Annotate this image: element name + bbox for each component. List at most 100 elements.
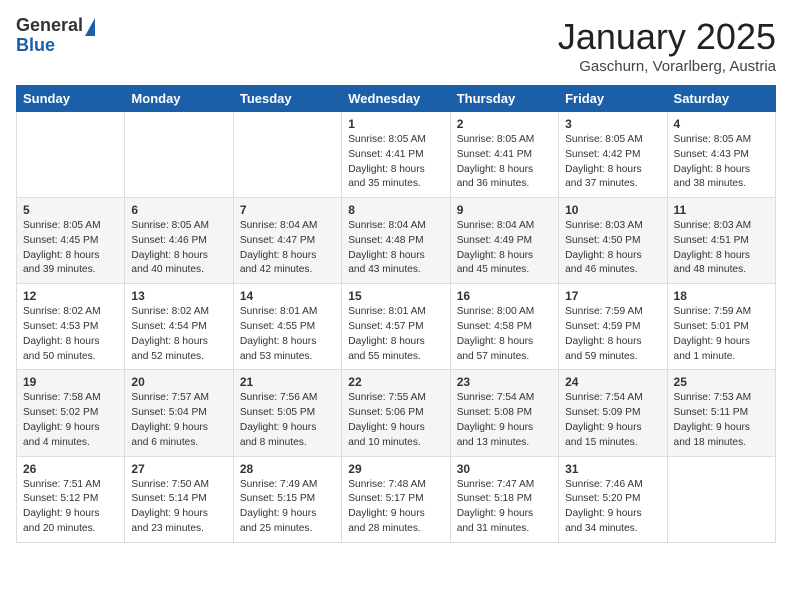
calendar-cell [17, 112, 125, 198]
day-info-text: Sunrise: 7:56 AM [240, 391, 335, 406]
weekday-header-friday: Friday [559, 86, 667, 112]
day-info-text: Sunset: 4:55 PM [240, 320, 335, 335]
day-info-text: Sunset: 4:59 PM [565, 320, 660, 335]
day-info-text: Sunset: 4:43 PM [674, 148, 769, 163]
day-info-text: Sunrise: 8:04 AM [240, 219, 335, 234]
day-info-text: Daylight: 9 hours and 8 minutes. [240, 421, 335, 451]
calendar-week-row: 1Sunrise: 8:05 AMSunset: 4:41 PMDaylight… [17, 112, 776, 198]
day-info-text: Daylight: 9 hours and 15 minutes. [565, 421, 660, 451]
day-info-text: Daylight: 8 hours and 55 minutes. [348, 335, 443, 365]
location-title: Gaschurn, Vorarlberg, Austria [558, 58, 776, 75]
weekday-header-wednesday: Wednesday [342, 86, 450, 112]
calendar-cell: 9Sunrise: 8:04 AMSunset: 4:49 PMDaylight… [450, 198, 558, 284]
day-info-text: Sunrise: 8:05 AM [23, 219, 118, 234]
day-info-text: Sunrise: 7:48 AM [348, 478, 443, 493]
month-title: January 2025 [558, 16, 776, 58]
day-number: 5 [23, 203, 118, 217]
day-number: 24 [565, 375, 660, 389]
calendar-cell: 16Sunrise: 8:00 AMSunset: 4:58 PMDayligh… [450, 284, 558, 370]
day-info-text: Daylight: 8 hours and 43 minutes. [348, 249, 443, 279]
day-info-text: Daylight: 8 hours and 57 minutes. [457, 335, 552, 365]
calendar-cell [233, 112, 341, 198]
day-info-text: Daylight: 9 hours and 25 minutes. [240, 507, 335, 537]
calendar-cell: 8Sunrise: 8:04 AMSunset: 4:48 PMDaylight… [342, 198, 450, 284]
day-info-text: Daylight: 9 hours and 23 minutes. [131, 507, 226, 537]
day-info-text: Sunset: 5:11 PM [674, 406, 769, 421]
day-info-text: Sunrise: 7:54 AM [565, 391, 660, 406]
calendar-cell: 27Sunrise: 7:50 AMSunset: 5:14 PMDayligh… [125, 456, 233, 542]
calendar-cell: 31Sunrise: 7:46 AMSunset: 5:20 PMDayligh… [559, 456, 667, 542]
day-info-text: Sunrise: 7:51 AM [23, 478, 118, 493]
day-number: 29 [348, 462, 443, 476]
day-info-text: Sunset: 5:15 PM [240, 492, 335, 507]
logo-general: General [16, 15, 83, 35]
day-info-text: Sunset: 4:51 PM [674, 234, 769, 249]
calendar-cell: 3Sunrise: 8:05 AMSunset: 4:42 PMDaylight… [559, 112, 667, 198]
day-info-text: Sunset: 5:05 PM [240, 406, 335, 421]
calendar-cell: 19Sunrise: 7:58 AMSunset: 5:02 PMDayligh… [17, 370, 125, 456]
day-info-text: Sunset: 4:53 PM [23, 320, 118, 335]
day-info-text: Sunset: 4:41 PM [348, 148, 443, 163]
day-number: 27 [131, 462, 226, 476]
day-info-text: Daylight: 8 hours and 50 minutes. [23, 335, 118, 365]
calendar-cell [125, 112, 233, 198]
weekday-header-row: SundayMondayTuesdayWednesdayThursdayFrid… [17, 86, 776, 112]
logo: General Blue [16, 16, 95, 56]
logo-triangle-icon [85, 18, 95, 36]
day-info-text: Daylight: 9 hours and 18 minutes. [674, 421, 769, 451]
logo-text: General Blue [16, 16, 95, 56]
day-number: 18 [674, 289, 769, 303]
calendar-cell: 11Sunrise: 8:03 AMSunset: 4:51 PMDayligh… [667, 198, 775, 284]
day-info-text: Sunset: 5:09 PM [565, 406, 660, 421]
day-info-text: Daylight: 8 hours and 40 minutes. [131, 249, 226, 279]
calendar-week-row: 26Sunrise: 7:51 AMSunset: 5:12 PMDayligh… [17, 456, 776, 542]
calendar-cell: 25Sunrise: 7:53 AMSunset: 5:11 PMDayligh… [667, 370, 775, 456]
calendar-cell: 23Sunrise: 7:54 AMSunset: 5:08 PMDayligh… [450, 370, 558, 456]
day-info-text: Sunset: 4:41 PM [457, 148, 552, 163]
calendar-week-row: 12Sunrise: 8:02 AMSunset: 4:53 PMDayligh… [17, 284, 776, 370]
day-info-text: Daylight: 8 hours and 46 minutes. [565, 249, 660, 279]
weekday-header-monday: Monday [125, 86, 233, 112]
day-info-text: Sunrise: 7:47 AM [457, 478, 552, 493]
day-number: 23 [457, 375, 552, 389]
day-info-text: Sunrise: 7:46 AM [565, 478, 660, 493]
day-info-text: Sunset: 4:57 PM [348, 320, 443, 335]
day-info-text: Sunset: 5:12 PM [23, 492, 118, 507]
logo-blue: Blue [16, 35, 55, 55]
calendar-cell: 13Sunrise: 8:02 AMSunset: 4:54 PMDayligh… [125, 284, 233, 370]
day-info-text: Sunset: 4:49 PM [457, 234, 552, 249]
day-info-text: Sunrise: 8:05 AM [348, 133, 443, 148]
day-info-text: Sunset: 4:42 PM [565, 148, 660, 163]
day-info-text: Sunset: 4:54 PM [131, 320, 226, 335]
day-info-text: Sunset: 5:06 PM [348, 406, 443, 421]
weekday-header-tuesday: Tuesday [233, 86, 341, 112]
calendar-cell: 17Sunrise: 7:59 AMSunset: 4:59 PMDayligh… [559, 284, 667, 370]
day-number: 19 [23, 375, 118, 389]
day-number: 9 [457, 203, 552, 217]
day-number: 25 [674, 375, 769, 389]
day-info-text: Sunrise: 7:49 AM [240, 478, 335, 493]
day-info-text: Sunrise: 8:03 AM [565, 219, 660, 234]
day-number: 8 [348, 203, 443, 217]
day-info-text: Daylight: 8 hours and 35 minutes. [348, 163, 443, 193]
day-info-text: Daylight: 9 hours and 31 minutes. [457, 507, 552, 537]
calendar-cell: 21Sunrise: 7:56 AMSunset: 5:05 PMDayligh… [233, 370, 341, 456]
day-info-text: Sunset: 4:46 PM [131, 234, 226, 249]
calendar-cell: 24 Sunrise: 7:54 AMSunset: 5:09 PMDayligh… [559, 370, 667, 456]
day-info-text: Sunrise: 8:02 AM [131, 305, 226, 320]
day-info-text: Sunrise: 7:54 AM [457, 391, 552, 406]
day-info-text: Daylight: 9 hours and 28 minutes. [348, 507, 443, 537]
calendar-cell: 22Sunrise: 7:55 AMSunset: 5:06 PMDayligh… [342, 370, 450, 456]
day-number: 1 [348, 117, 443, 131]
day-number: 30 [457, 462, 552, 476]
day-info-text: Sunset: 5:17 PM [348, 492, 443, 507]
day-info-text: Sunset: 4:50 PM [565, 234, 660, 249]
day-info-text: Sunrise: 7:59 AM [565, 305, 660, 320]
day-info-text: Daylight: 9 hours and 34 minutes. [565, 507, 660, 537]
calendar-cell: 10Sunrise: 8:03 AMSunset: 4:50 PMDayligh… [559, 198, 667, 284]
day-info-text: Daylight: 8 hours and 38 minutes. [674, 163, 769, 193]
day-number: 17 [565, 289, 660, 303]
day-number: 14 [240, 289, 335, 303]
calendar-cell [667, 456, 775, 542]
day-info-text: Sunset: 5:08 PM [457, 406, 552, 421]
